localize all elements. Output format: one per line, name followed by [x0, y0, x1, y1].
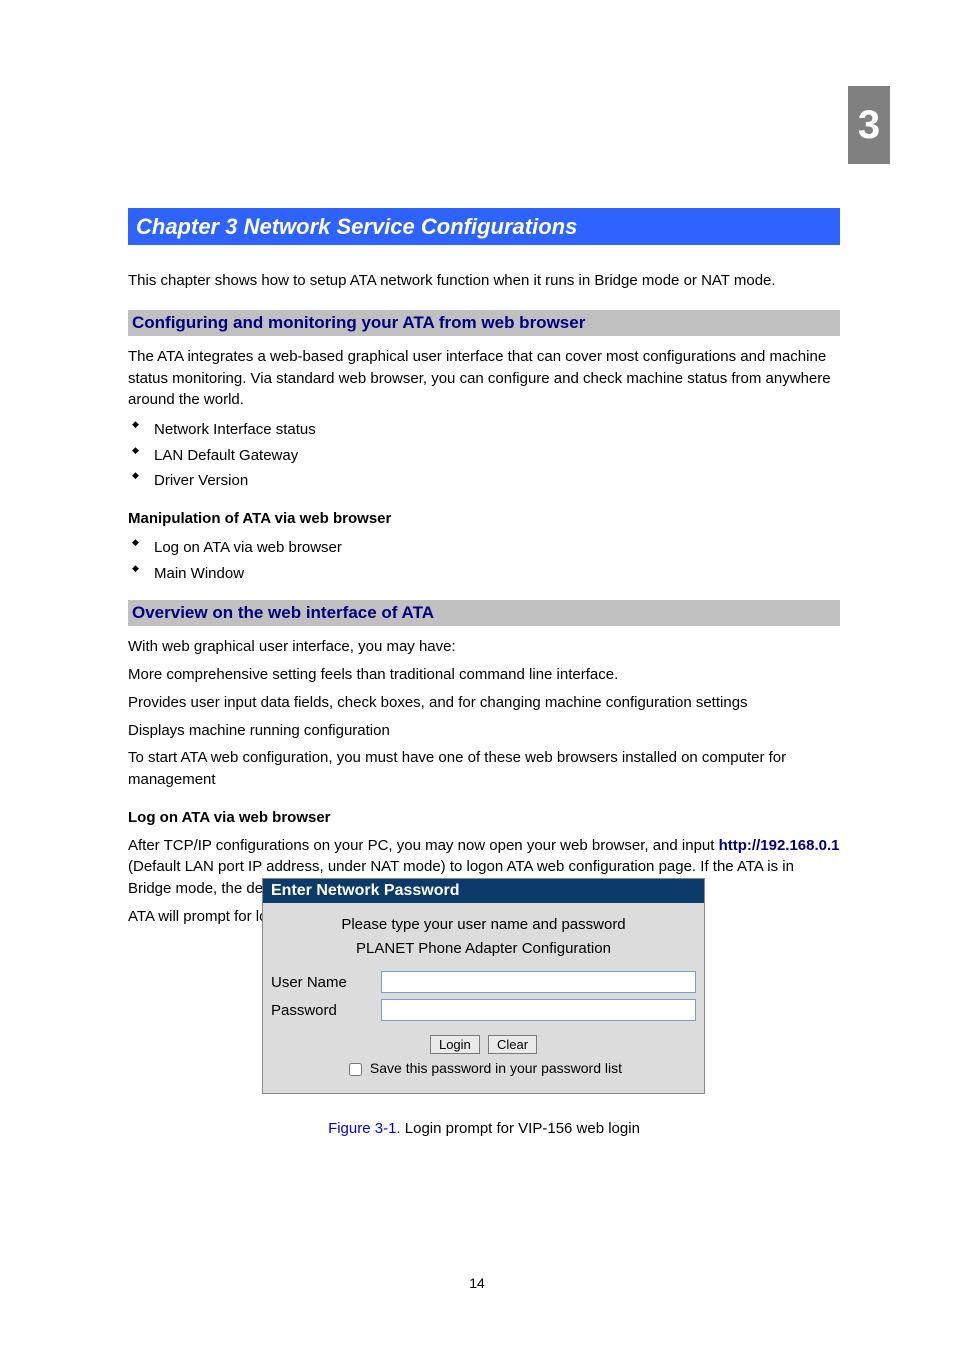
chapter-tab: 3	[848, 86, 890, 164]
username-row: User Name	[271, 971, 696, 993]
password-input[interactable]	[381, 999, 696, 1021]
page-number: 14	[0, 1275, 954, 1291]
section2-line2: More comprehensive setting feels than tr…	[128, 664, 840, 686]
figure-number: Figure 3-1.	[328, 1120, 401, 1137]
login-body: Please type your user name and password …	[263, 903, 704, 1093]
section-band-2: Overview on the web interface of ATA	[128, 600, 840, 626]
save-password-row: Save this password in your password list	[271, 1060, 696, 1079]
intro-paragraph: This chapter shows how to setup ATA netw…	[128, 270, 840, 292]
list-item: Log on ATA via web browser	[154, 535, 840, 561]
login-line1: Please type your user name and password	[271, 913, 696, 937]
manipulation-list: Log on ATA via web browser Main Window	[128, 535, 840, 586]
login-line2: PLANET Phone Adapter Configuration	[271, 937, 696, 961]
clear-button[interactable]: Clear	[488, 1035, 537, 1054]
figure-caption: Figure 3-1. Login prompt for VIP-156 web…	[128, 1120, 840, 1137]
chapter-title-band: Chapter 3 Network Service Configurations	[128, 208, 840, 245]
content-area: This chapter shows how to setup ATA netw…	[128, 260, 840, 934]
save-password-checkbox[interactable]	[349, 1063, 362, 1076]
password-label: Password	[271, 1002, 381, 1019]
login-instructions: Please type your user name and password …	[271, 913, 696, 961]
subsection-title: Manipulation of ATA via web browser	[128, 508, 840, 530]
list-item: Network Interface status	[154, 417, 840, 443]
section2-line3: Provides user input data fields, check b…	[128, 692, 840, 714]
section2-line4: Displays machine running configuration	[128, 720, 840, 742]
list-item: Main Window	[154, 561, 840, 587]
section1-para: The ATA integrates a web-based graphical…	[128, 346, 840, 411]
login-header: Enter Network Password	[263, 879, 704, 903]
login-button-row: Login Clear	[271, 1035, 696, 1054]
figure-text: Login prompt for VIP-156 web login	[405, 1120, 640, 1137]
password-row: Password	[271, 999, 696, 1021]
section3-title: Log on ATA via web browser	[128, 807, 840, 829]
section2-line5: To start ATA web configuration, you must…	[128, 747, 840, 791]
login-button[interactable]: Login	[430, 1035, 480, 1054]
username-input[interactable]	[381, 971, 696, 993]
section2-lead: With web graphical user interface, you m…	[128, 636, 840, 658]
network-list: Network Interface status LAN Default Gat…	[128, 417, 840, 494]
login-dialog: Enter Network Password Please type your …	[262, 878, 705, 1094]
list-item: LAN Default Gateway	[154, 443, 840, 469]
chapter-title: Chapter 3 Network Service Configurations	[128, 214, 577, 239]
page: 3 Chapter 3 Network Service Configuratio…	[0, 0, 954, 1351]
section3-text-a: After TCP/IP configurations on your PC, …	[128, 837, 714, 854]
save-password-label: Save this password in your password list	[370, 1060, 622, 1076]
username-label: User Name	[271, 974, 381, 991]
section-band-1: Configuring and monitoring your ATA from…	[128, 310, 840, 336]
list-item: Driver Version	[154, 468, 840, 494]
default-ip-link: http://192.168.0.1	[719, 837, 840, 854]
